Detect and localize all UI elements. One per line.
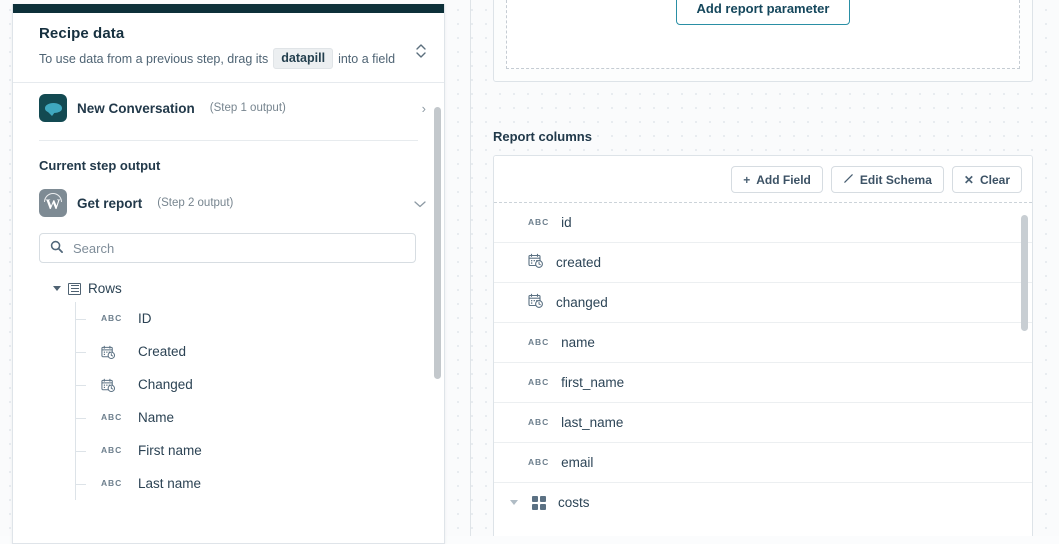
chevron-right-icon[interactable]: › [422, 102, 426, 115]
tree-item[interactable]: Changed [13, 368, 444, 401]
report-columns-card: + Add Field Edit Schema ✕ Clear ABC id c… [493, 155, 1033, 536]
calendar-clock-icon [101, 378, 116, 392]
tree-item[interactable]: Created [13, 335, 444, 368]
tree-item-label: Last name [138, 476, 202, 491]
edit-schema-button[interactable]: Edit Schema [830, 166, 944, 193]
clear-button[interactable]: ✕ Clear [951, 166, 1022, 193]
add-report-parameter-button[interactable]: Add report parameter [675, 0, 851, 25]
abc-icon: ABC [101, 445, 123, 456]
search-icon [50, 240, 63, 256]
columns-scrollbar-thumb[interactable] [1021, 215, 1028, 331]
caret-down-icon[interactable] [53, 286, 61, 291]
sidebar-scrollbar-thumb[interactable] [434, 107, 441, 379]
pencil-icon [843, 173, 854, 186]
abc-icon: ABC [528, 217, 550, 228]
caret-down-icon[interactable] [510, 500, 518, 505]
tree-item[interactable]: ABC Last name [13, 467, 444, 500]
recipe-data-hint: To use data from a previous step, drag i… [39, 48, 424, 69]
abc-icon: ABC [528, 377, 550, 388]
report-columns-toolbar: + Add Field Edit Schema ✕ Clear [494, 156, 1032, 202]
column-row[interactable]: ABC name [494, 323, 1032, 363]
chevron-up-down-icon[interactable] [414, 42, 428, 60]
recipe-data-panel: Recipe data To use data from a previous … [12, 4, 445, 544]
add-field-button[interactable]: + Add Field [731, 166, 823, 193]
search-box[interactable] [39, 233, 416, 263]
datapill-chip[interactable]: datapill [273, 48, 334, 69]
step-output-label: (Step 2 output) [157, 197, 234, 209]
column-label: last_name [561, 415, 624, 430]
panel-top-accent-bar [13, 4, 444, 13]
abc-icon: ABC [528, 457, 550, 468]
datatree: Rows ABC ID Created Changed ABC Name ABC… [13, 263, 444, 500]
column-row[interactable]: ABC first_name [494, 363, 1032, 403]
column-label: costs [558, 495, 590, 510]
calendar-clock-icon [528, 293, 544, 312]
plus-icon: + [743, 172, 751, 187]
report-columns-list: ABC id created changed ABC name ABC firs… [494, 202, 1032, 513]
report-columns-heading: Report columns [493, 129, 592, 144]
list-array-icon [68, 282, 81, 295]
column-label: first_name [561, 375, 625, 390]
add-field-label: Add Field [756, 172, 811, 187]
step-output-label: (Step 1 output) [209, 102, 286, 114]
tree-item-label: Changed [138, 377, 193, 392]
step-label: New Conversation [77, 100, 195, 116]
tree-item[interactable]: ABC ID [13, 302, 444, 335]
speech-bubble-app-icon [39, 94, 67, 122]
clear-label: Clear [979, 172, 1010, 187]
report-parameters-card: Add report parameter [493, 0, 1033, 82]
tree-item-label: ID [138, 311, 152, 326]
sidebar-scrollbar[interactable] [434, 83, 441, 541]
column-row[interactable]: ABC last_name [494, 403, 1032, 443]
column-row[interactable]: changed [494, 283, 1032, 323]
column-label: created [556, 255, 602, 270]
recipe-data-scroll-body: New Conversation (Step 1 output) › Curre… [13, 83, 444, 541]
edit-schema-label: Edit Schema [859, 172, 932, 187]
abc-icon: ABC [101, 478, 123, 489]
calendar-clock-icon [101, 345, 116, 359]
abc-icon: ABC [528, 417, 550, 428]
columns-scrollbar[interactable] [1021, 203, 1028, 513]
column-label: name [561, 335, 595, 350]
tree-item-list: ABC ID Created Changed ABC Name ABC Firs… [13, 302, 444, 500]
tree-item[interactable]: ABC First name [13, 434, 444, 467]
step-item-new-conversation[interactable]: New Conversation (Step 1 output) › [13, 83, 444, 130]
current-step-output-heading: Current step output [39, 158, 161, 173]
column-row[interactable]: created [494, 243, 1032, 283]
tree-item-label: Name [138, 410, 175, 425]
grid-object-icon [532, 495, 546, 510]
column-row[interactable]: ABC id [494, 203, 1032, 243]
tree-group-rows[interactable]: Rows [13, 275, 444, 302]
abc-icon: ABC [528, 337, 550, 348]
calendar-clock-icon [528, 253, 544, 272]
tree-group-label: Rows [88, 281, 122, 296]
column-label: id [561, 215, 572, 230]
abc-icon: ABC [101, 412, 123, 423]
tree-item-label: First name [138, 443, 202, 458]
page-title: Recipe data [39, 25, 125, 42]
report-config-area: Add report parameter Report columns + Ad… [471, 0, 1059, 536]
step-label: Get report [77, 195, 143, 211]
tree-item-label: Created [138, 344, 187, 359]
datatree-search [13, 225, 444, 263]
close-x-icon: ✕ [963, 172, 974, 187]
column-label: changed [556, 295, 608, 310]
step-item-get-report[interactable]: W Get report (Step 2 output) [13, 181, 444, 225]
search-input[interactable] [71, 239, 405, 257]
column-label: email [561, 455, 594, 470]
column-row[interactable]: costs [494, 483, 1032, 513]
report-parameter-dropzone[interactable]: Add report parameter [506, 0, 1020, 69]
hint-text-after: into a field [338, 51, 396, 66]
tree-item[interactable]: ABC Name [13, 401, 444, 434]
chevron-down-icon[interactable] [414, 197, 426, 210]
column-row[interactable]: ABC email [494, 443, 1032, 483]
hint-text-before: To use data from a previous step, drag i… [39, 51, 269, 66]
workday-app-icon: W [39, 189, 67, 217]
abc-icon: ABC [101, 313, 123, 324]
recipe-data-header: Recipe data To use data from a previous … [13, 13, 444, 83]
